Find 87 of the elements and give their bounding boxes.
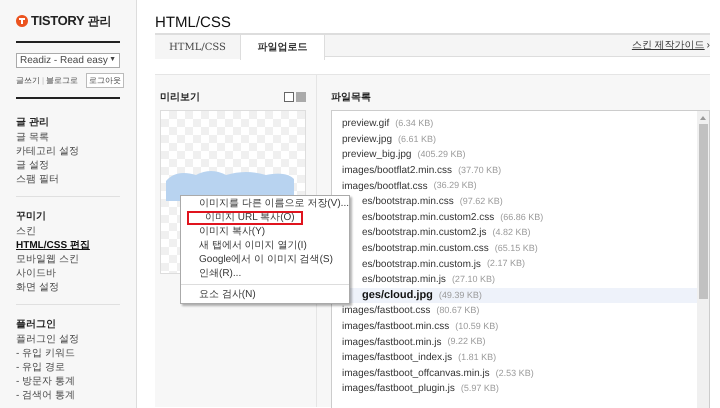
file-name: es/bootstrap.min.css [362,195,454,210]
file-size: (1.81 KB) [458,350,496,364]
file-size: (36.29 KB) [434,179,477,192]
logout-button[interactable]: 로그아웃 [86,73,124,88]
file-size: (5.97 KB) [460,382,499,396]
file-size: (97.62 KB) [460,195,503,208]
logo-text: TISTORY [31,12,84,30]
file-name: es/bootstrap.min.custom.css [362,242,489,256]
menu-item[interactable]: 새 탭에서 이미지 열기(I) [181,239,315,253]
file-name: images/fastboot.css [342,304,430,318]
file-row[interactable]: images/fastboot_plugin.js (5.97 KB) [332,381,697,397]
tab[interactable]: 파일업로드 [240,35,325,60]
section-heading: 꾸미기 [16,210,47,224]
file-name: preview.gif [342,117,390,132]
page-title: HTML/CSS [155,13,232,33]
arrow-icon: › [706,38,710,53]
guide-link[interactable]: 스킨 제작가이드 [632,38,705,53]
file-size: (37.70 KB) [458,164,502,177]
sidebar-item[interactable]: - 유입 경로 [16,361,65,375]
logo-suffix: 관리 [87,13,112,30]
sidebar-item[interactable]: 카테고리 설정 [16,145,79,159]
menu-item[interactable]: 인쇄(R)... [181,267,250,281]
file-list-title: 파일목록 [331,91,372,104]
file-row[interactable]: images/bootflat.css (36.29 KB) [332,178,697,194]
sidebar-item[interactable]: 모바일웹 스킨 [16,253,79,267]
file-size: (6.34 KB) [395,117,434,130]
file-name: ges/cloud.jpg [362,288,433,304]
file-size: (80.67 KB) [436,304,480,318]
sidebar-item[interactable]: 글 목록 [16,131,49,145]
file-name: preview_big.jpg [342,148,412,162]
logo-icon [16,15,28,27]
menu-item[interactable]: 이미지 URL 복사(O) [187,211,303,225]
file-name: es/bootstrap.min.custom2.js [362,226,486,240]
scroll-thumb[interactable] [698,124,708,299]
file-row[interactable]: preview.gif (6.34 KB) [332,116,697,132]
file-size: (65.15 KB) [494,242,538,255]
file-size: (10.59 KB) [455,320,498,333]
sidebar-item[interactable]: 스팸 필터 [16,173,59,187]
file-name: images/bootflat.css [342,180,428,194]
menu-item[interactable]: Google에서 이 이미지 검색(S) [181,253,341,267]
file-name: images/fastboot_plugin.js [342,382,455,396]
menu-item[interactable]: 이미지 복사(Y) [181,225,274,239]
sidebar-item[interactable]: - 검색어 통계 [16,389,75,403]
file-row[interactable]: images/fastboot.css (80.67 KB) [332,303,697,319]
sidebar-item[interactable]: - 유입 키워드 [16,347,75,361]
file-size: (6.61 KB) [398,132,436,146]
file-size: (2.53 KB) [496,366,534,380]
file-row[interactable]: preview_big.jpg (405.29 KB) [332,147,697,163]
file-name: images/fastboot_offcanvas.min.js [342,366,490,381]
file-name: preview.jpg [342,132,392,147]
sidebar-item[interactable]: 사이드바 [16,267,56,281]
file-size: (405.29 KB) [418,148,466,162]
file-row[interactable]: images/fastboot.min.js (9.22 KB) [332,334,697,350]
scroll-up-icon[interactable] [699,114,707,122]
preview-title: 미리보기 [160,90,200,104]
scrollbar[interactable] [697,111,709,408]
file-row[interactable]: preview.jpg (6.61 KB) [332,132,697,148]
section-heading: 글 관리 [16,116,50,130]
file-name: images/fastboot.min.css [342,320,450,334]
sidebar-item[interactable]: HTML/CSS 편집 [16,239,90,253]
sidebar-link[interactable]: 블로그로 [46,74,78,86]
link-separator: | [42,74,44,86]
sidebar-item[interactable]: 글 설정 [16,159,49,173]
sidebar-item[interactable]: 스킨 [16,225,36,239]
file-size: (27.10 KB) [452,272,495,286]
file-row[interactable]: images/fastboot_index.js (1.81 KB) [332,350,697,366]
file-row[interactable]: images/bootflat2.min.css (37.70 KB) [332,162,697,178]
file-name: images/fastboot_index.js [342,351,452,366]
file-name: es/bootstrap.min.js [362,273,446,288]
file-size: (9.22 KB) [448,335,486,348]
file-row[interactable]: images/fastboot_offcanvas.min.js (2.53 KB) [332,366,697,382]
sidebar-link[interactable]: 글쓰기 [16,74,40,86]
section-heading: 플러그인 [16,318,57,332]
file-size: (66.86 KB) [500,210,544,224]
file-name: images/fastboot.min.js [342,336,442,350]
menu-item[interactable]: 이미지를 다른 이름으로 저장(V)... [181,197,357,211]
file-size: (4.82 KB) [492,226,531,240]
file-name: es/bootstrap.min.custom2.css [362,210,494,225]
file-row[interactable]: images/fastboot.min.css (10.59 KB) [332,318,697,334]
file-size: (2.17 KB) [486,257,525,270]
sidebar-item[interactable]: - 방문자 통계 [16,375,75,389]
sidebar-item[interactable]: 화면 설정 [16,281,59,295]
menu-item[interactable]: 요소 검사(N) [181,288,264,302]
sidebar-item[interactable]: 플러그인 설정 [16,333,79,347]
file-name: es/bootstrap.min.custom.js [362,258,481,272]
file-size: (49.39 KB) [438,288,482,302]
file-name: images/bootflat2.min.css [342,164,452,178]
